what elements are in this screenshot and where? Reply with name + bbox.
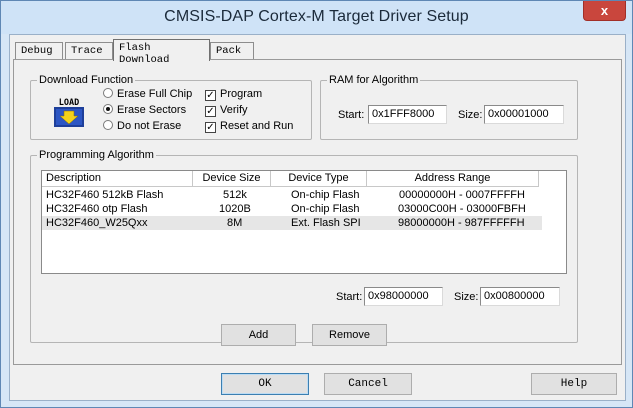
table-header: Description Device Size Device Type Addr…: [42, 171, 542, 187]
download-function-title: Download Function: [37, 74, 136, 86]
column-header-device-type[interactable]: Device Type: [271, 171, 367, 187]
reset-and-run-checkbox[interactable]: ✓ Reset and Run: [205, 120, 293, 133]
program-checkbox[interactable]: ✓ Program: [205, 88, 262, 101]
do-not-erase-radio[interactable]: Do not Erase: [103, 120, 181, 132]
cell-device-size: 512k: [223, 189, 247, 201]
cell-device-type: On-chip Flash: [291, 189, 360, 201]
erase-full-chip-radio[interactable]: Erase Full Chip: [103, 88, 192, 100]
cell-device-type: Ext. Flash SPI: [291, 217, 361, 229]
load-icon-text: LOAD: [59, 98, 79, 108]
tab-pack-label: Pack: [216, 45, 242, 57]
radio-icon: [103, 88, 113, 98]
table-row-selected[interactable]: HC32F460_W25Qxx 8M Ext. Flash SPI 980000…: [42, 216, 542, 230]
verify-label: Verify: [220, 104, 248, 116]
checkmark-icon: ✓: [205, 122, 216, 133]
algorithm-size-input[interactable]: 0x00800000: [480, 287, 560, 306]
checkmark-icon: ✓: [205, 90, 216, 101]
close-button[interactable]: x: [583, 1, 626, 21]
cell-device-type: On-chip Flash: [291, 203, 360, 215]
do-not-erase-label: Do not Erase: [117, 120, 182, 132]
verify-checkbox[interactable]: ✓ Verify: [205, 104, 248, 117]
tab-trace[interactable]: Trace: [65, 42, 113, 60]
reset-and-run-label: Reset and Run: [220, 120, 294, 132]
ram-start-label: Start:: [338, 109, 365, 121]
cell-device-size: 1020B: [219, 203, 251, 215]
cell-address-range: 03000C00H - 03000FBFH: [398, 203, 526, 215]
radio-selected-icon: [103, 104, 113, 114]
download-function-group: Download Function LOAD Erase Full Chip E…: [30, 74, 312, 140]
erase-sectors-label: Erase Sectors: [117, 104, 187, 116]
erase-sectors-radio[interactable]: Erase Sectors: [103, 104, 186, 116]
ram-for-algorithm-group: RAM for Algorithm Start: 0x1FFF8000 Size…: [320, 74, 578, 140]
ram-size-label: Size:: [458, 109, 483, 121]
ram-start-input[interactable]: 0x1FFF8000: [368, 105, 447, 124]
algorithm-start-input[interactable]: 0x98000000: [364, 287, 443, 306]
cell-device-size: 8M: [227, 217, 243, 229]
column-header-address-range[interactable]: Address Range: [367, 171, 539, 187]
dialog-client-area: Debug Trace Flash Download Pack Download…: [9, 34, 626, 401]
window-title: CMSIS-DAP Cortex-M Target Driver Setup: [164, 8, 469, 25]
help-button[interactable]: Help: [531, 373, 617, 395]
tab-trace-label: Trace: [71, 45, 103, 57]
cell-description: HC32F460_W25Qxx: [46, 217, 148, 229]
ram-size-input[interactable]: 0x00001000: [484, 105, 564, 124]
cell-description: HC32F460 512kB Flash: [46, 189, 164, 201]
tab-flash-download-label: Flash Download: [119, 42, 170, 66]
tab-pack[interactable]: Pack: [210, 42, 254, 60]
tab-debug-label: Debug: [21, 45, 53, 57]
cell-address-range: 00000000H - 0007FFFFH: [399, 189, 525, 201]
add-button[interactable]: Add: [221, 324, 296, 346]
tab-flash-download[interactable]: Flash Download: [113, 39, 210, 66]
algorithm-size-label: Size:: [454, 291, 479, 303]
column-header-device-size[interactable]: Device Size: [193, 171, 271, 187]
tab-debug[interactable]: Debug: [15, 42, 63, 60]
program-label: Program: [220, 88, 263, 100]
erase-full-chip-label: Erase Full Chip: [117, 88, 193, 100]
cell-address-range: 98000000H - 987FFFFFH: [398, 217, 525, 229]
ram-for-algorithm-title: RAM for Algorithm: [327, 74, 421, 86]
dialog-window: CMSIS-DAP Cortex-M Target Driver Setup x…: [0, 0, 633, 408]
close-icon: x: [600, 3, 609, 18]
cancel-button[interactable]: Cancel: [324, 373, 412, 395]
programming-algorithm-title: Programming Algorithm: [37, 149, 156, 161]
algorithm-start-label: Start:: [336, 291, 363, 303]
title-bar: CMSIS-DAP Cortex-M Target Driver Setup x: [1, 1, 632, 34]
cell-description: HC32F460 otp Flash: [46, 203, 148, 215]
table-row[interactable]: HC32F460 512kB Flash 512k On-chip Flash …: [42, 188, 542, 202]
table-row[interactable]: HC32F460 otp Flash 1020B On-chip Flash 0…: [42, 202, 542, 216]
column-header-description[interactable]: Description: [42, 171, 193, 187]
programming-algorithm-group: Programming Algorithm Description Device…: [30, 149, 578, 343]
ok-button[interactable]: OK: [221, 373, 309, 395]
flash-download-pane: Download Function LOAD Erase Full Chip E…: [13, 59, 622, 365]
checkmark-icon: ✓: [205, 106, 216, 117]
remove-button[interactable]: Remove: [312, 324, 387, 346]
radio-icon: [103, 120, 113, 130]
load-icon: LOAD: [54, 98, 84, 127]
algorithm-table[interactable]: Description Device Size Device Type Addr…: [41, 170, 567, 274]
